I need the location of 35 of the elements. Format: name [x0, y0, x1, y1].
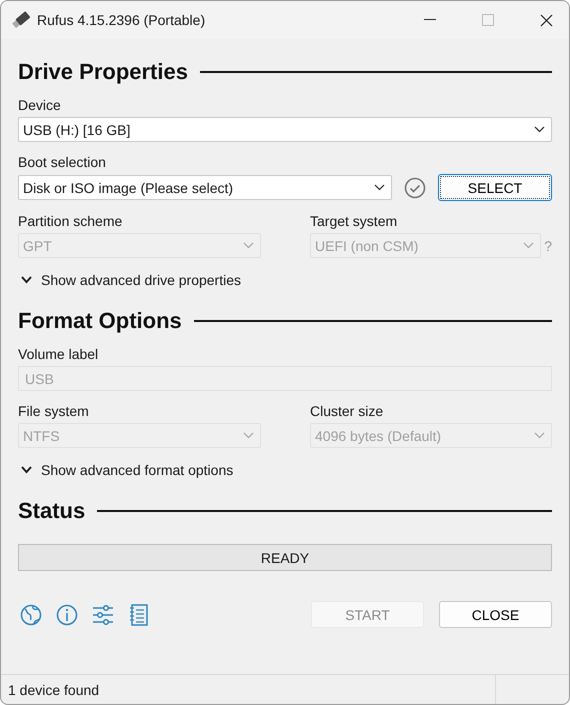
maximize-icon: [482, 14, 494, 26]
advanced-toggle[interactable]: Show advanced format options: [18, 462, 234, 478]
field-label: Device: [18, 97, 62, 113]
section-heading: Drive Properties: [18, 59, 188, 85]
chevron-down-icon: [21, 466, 32, 474]
field-label: Boot selection: [18, 154, 107, 170]
chevron-down-icon: [534, 126, 545, 133]
select-button[interactable]: SELECT: [438, 174, 552, 201]
window-title: Rufus 4.15.2396 (Portable): [37, 12, 206, 28]
advanced-toggle[interactable]: Show advanced drive properties: [18, 272, 242, 288]
section-heading: Format Options: [18, 308, 182, 334]
field-label: Target system: [310, 213, 398, 229]
usb-drive-icon: [11, 10, 31, 30]
notebook-icon[interactable]: [128, 604, 150, 626]
dropdown[interactable]: Disk or ISO image (Please select): [18, 175, 392, 200]
close-icon[interactable]: [540, 14, 552, 26]
chevron-down-icon: [243, 432, 254, 439]
dropdown[interactable]: USB (H:) [16 GB]: [18, 117, 552, 142]
chevron-down-icon: [374, 184, 385, 191]
field-label: Cluster size: [310, 403, 384, 419]
close-dialog-button[interactable]: CLOSE: [439, 601, 552, 628]
chevron-down-icon: [534, 432, 545, 439]
chevron-down-icon: [21, 276, 32, 284]
globe-icon[interactable]: [20, 604, 42, 626]
check-circle-icon[interactable]: [404, 176, 426, 198]
section-heading: Status: [18, 498, 86, 524]
minimize-icon[interactable]: [424, 19, 436, 21]
field-label: Partition scheme: [18, 213, 124, 229]
field-label: Volume label: [18, 346, 100, 362]
chevron-down-icon: [523, 242, 534, 249]
info-icon[interactable]: [56, 604, 78, 626]
field-label: File system: [18, 403, 90, 419]
sliders-icon[interactable]: [92, 604, 114, 626]
status-bar-text: 1 device found: [7, 682, 100, 698]
chevron-down-icon: [243, 242, 254, 249]
